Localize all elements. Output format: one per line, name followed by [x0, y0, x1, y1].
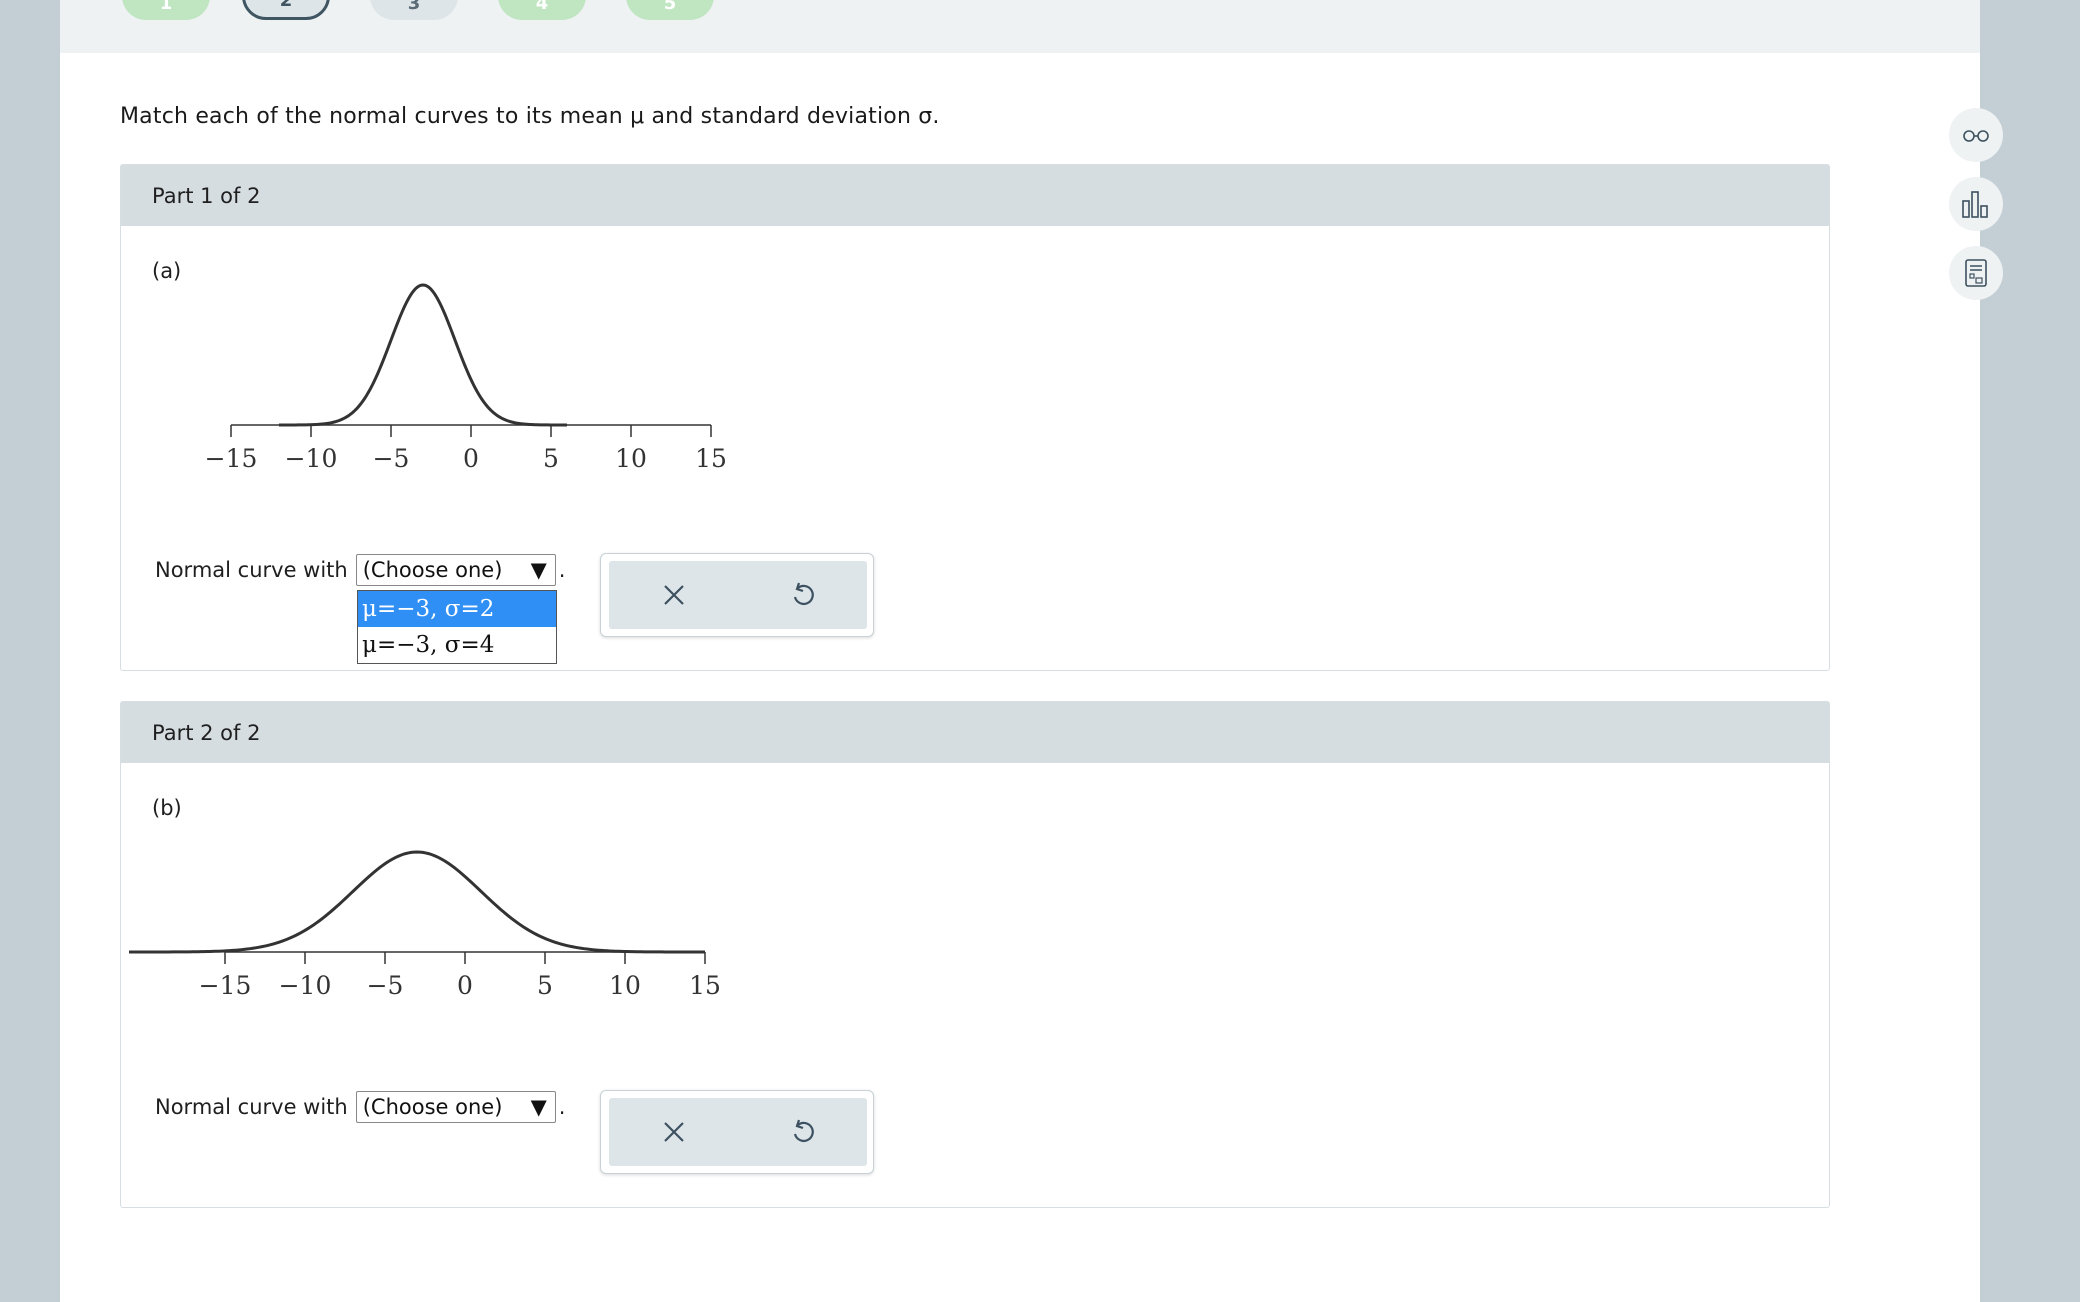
answer-tools-box [600, 553, 874, 637]
answer-period: . [558, 558, 566, 582]
chevron-down-icon: ▼ [530, 558, 547, 582]
x-tick-label: −10 [279, 971, 332, 1000]
normal-curve-plot-b: −15 −10 −5 0 5 10 15 [129, 850, 721, 1000]
chevron-down-icon: ▼ [530, 1095, 547, 1119]
clear-answer-button[interactable] [644, 570, 704, 620]
choose-one-select[interactable]: (Choose one) ▼ [355, 554, 556, 586]
part-2-answer-row: Normal curve with (Choose one) ▼ . [155, 1091, 565, 1123]
question-pill-4[interactable]: 4 [498, 0, 586, 20]
part-1-label: (a) [152, 259, 182, 283]
bar-chart-icon [1962, 191, 1988, 218]
x-tick-label: −15 [205, 444, 258, 473]
x-tick-label: 5 [537, 971, 553, 1000]
undo-icon [793, 582, 814, 606]
select-value: (Choose one) [362, 558, 503, 582]
undo-icon [793, 1119, 814, 1143]
x-tick-label: −5 [367, 971, 404, 1000]
question-nav-bar: 1 2 3 4 5 [60, 0, 1980, 53]
select-value: (Choose one) [362, 1095, 503, 1119]
x-tick-label: 5 [543, 444, 559, 473]
normal-curve-line [279, 283, 567, 427]
question-pill-3[interactable]: 3 [370, 0, 458, 20]
statistics-tool-button[interactable] [1949, 177, 2003, 231]
calculator-icon [1965, 259, 1987, 287]
question-instruction: Match each of the normal curves to its m… [120, 104, 940, 129]
x-tick-label: 0 [463, 444, 479, 473]
close-icon [663, 585, 684, 605]
page: 1 2 3 4 5 Match each of the normal curve… [60, 0, 2003, 1302]
part-1-header: Part 1 of 2 [121, 165, 1829, 226]
x-tick-label: 0 [457, 971, 473, 1000]
choose-one-dropdown-list: μ=−3, σ=2 μ=−3, σ=4 [357, 590, 557, 664]
part-1-answer-row: Normal curve with (Choose one) ▼ . [155, 554, 565, 586]
close-icon [663, 1122, 684, 1142]
calculator-button[interactable] [1949, 246, 2003, 300]
answer-prefix-label: Normal curve with [155, 558, 348, 582]
question-pill-5[interactable]: 5 [626, 0, 714, 20]
normal-curve-plot-a: −15 −10 −5 0 5 10 15 [205, 283, 727, 473]
answer-prefix-label: Normal curve with [155, 1095, 348, 1119]
part-1-panel: Part 1 of 2 (a) −15 −10 −5 0 5 10 15 Normal cu… [120, 164, 1830, 671]
x-tick-label: 10 [609, 971, 641, 1000]
view-example-button[interactable] [1949, 108, 2003, 162]
x-tick-label: 10 [615, 444, 647, 473]
x-tick-label: 15 [689, 971, 721, 1000]
undo-button[interactable] [773, 570, 833, 620]
answer-period: . [558, 1095, 566, 1119]
part-2-header: Part 2 of 2 [121, 702, 1829, 763]
x-tick-label: −5 [373, 444, 410, 473]
x-tick-label: −10 [285, 444, 338, 473]
normal-curve-line [129, 850, 705, 954]
question-pill-2[interactable]: 2 [242, 0, 330, 20]
dropdown-option-mu-neg3-sigma-2[interactable]: μ=−3, σ=2 [358, 591, 556, 627]
answer-tools-box [600, 1090, 874, 1174]
x-tick-label: 15 [695, 444, 727, 473]
choose-one-select[interactable]: (Choose one) ▼ [355, 1091, 556, 1123]
glasses-icon [1963, 130, 1989, 142]
part-2-label: (b) [152, 796, 182, 820]
question-pill-1[interactable]: 1 [122, 0, 210, 20]
x-tick-label: −15 [199, 971, 252, 1000]
clear-answer-button[interactable] [644, 1107, 704, 1157]
dropdown-option-mu-neg3-sigma-4[interactable]: μ=−3, σ=4 [358, 627, 556, 663]
part-2-panel: Part 2 of 2 (b) −15 −10 −5 0 5 10 15 Normal cu… [120, 701, 1830, 1208]
undo-button[interactable] [773, 1107, 833, 1157]
